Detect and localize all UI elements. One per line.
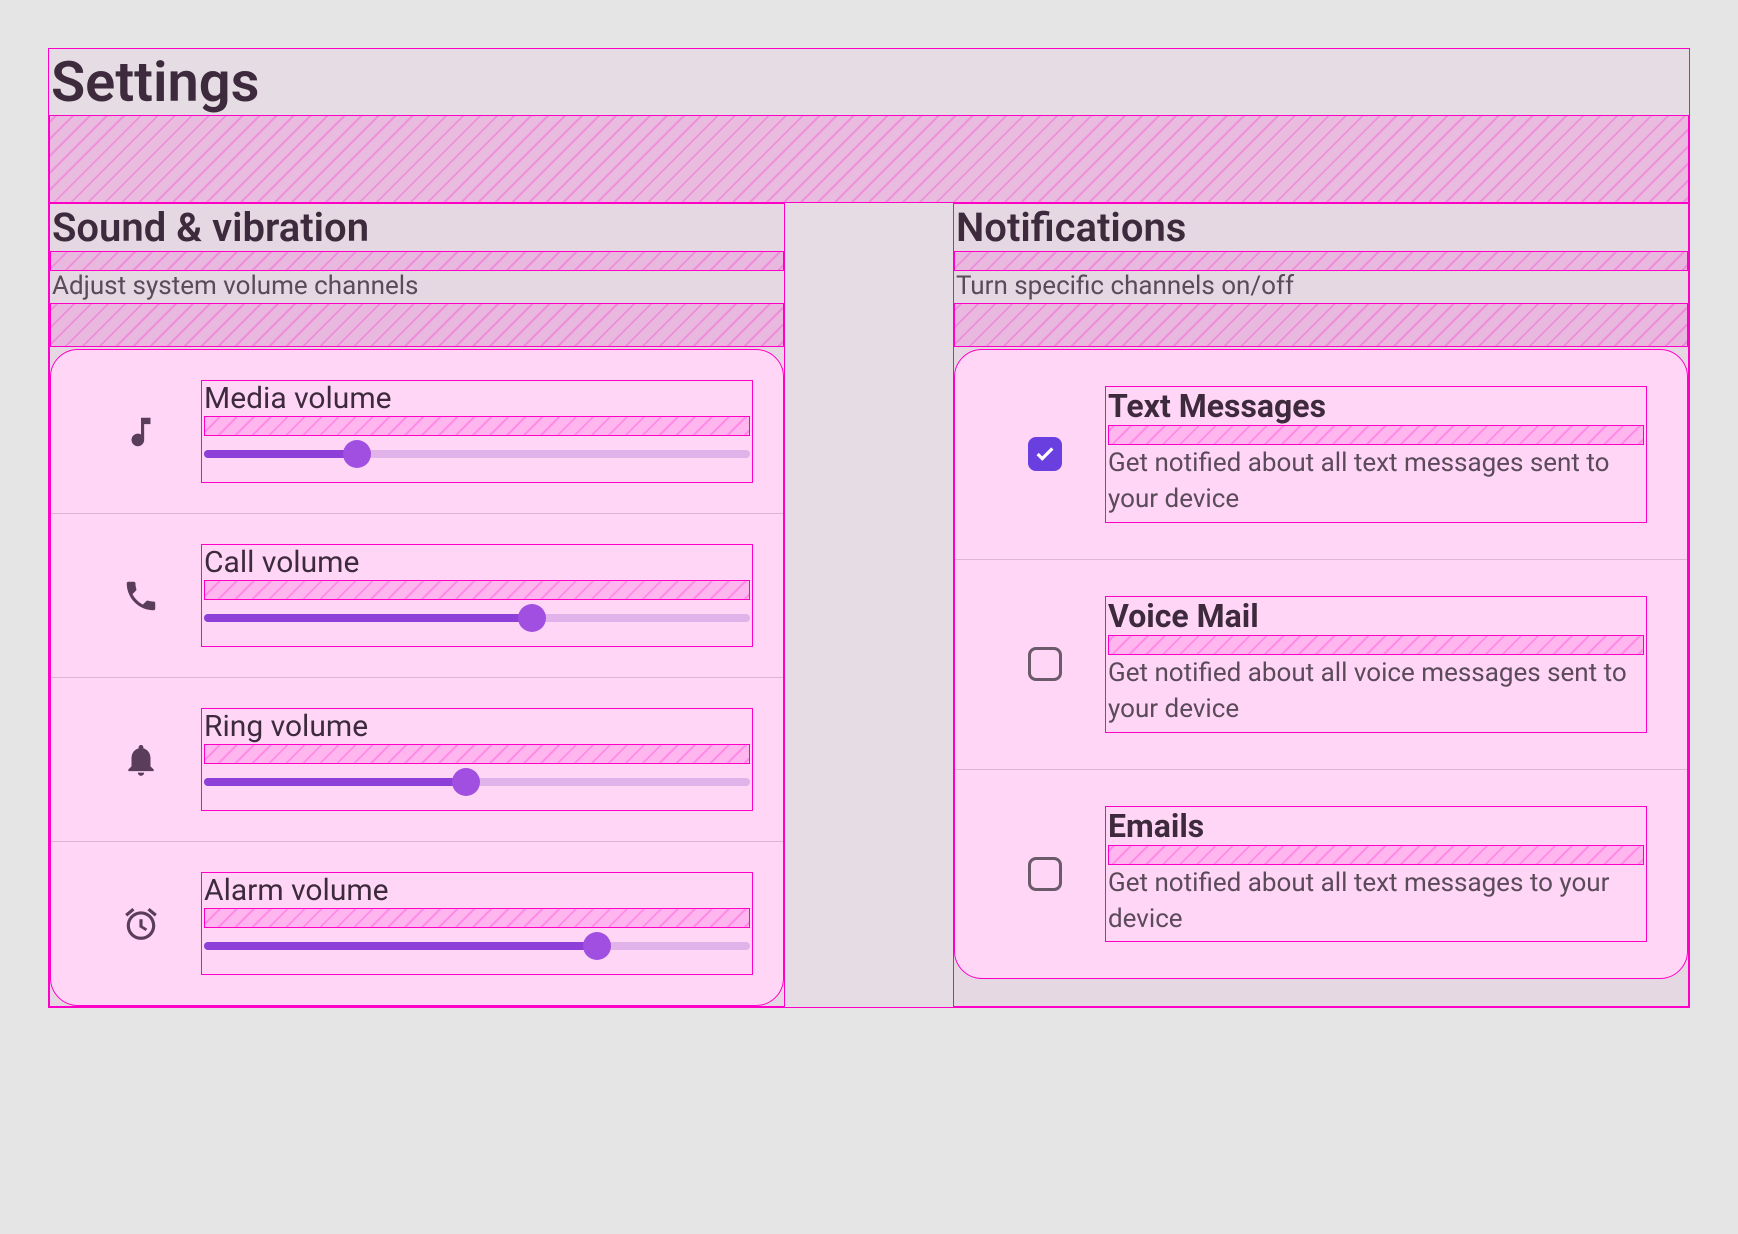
voice-mail-title: Voice Mail bbox=[1108, 597, 1644, 635]
spacer bbox=[204, 416, 750, 436]
call-volume-slider-group: Call volume bbox=[201, 544, 753, 647]
spacer bbox=[1108, 425, 1644, 445]
text-messages-row[interactable]: Text Messages Get notified about all tex… bbox=[955, 350, 1687, 560]
spacer bbox=[204, 580, 750, 600]
music-note-icon bbox=[111, 413, 171, 451]
media-volume-label: Media volume bbox=[204, 381, 750, 416]
emails-desc: Get notified about all text messages to … bbox=[1108, 865, 1644, 938]
media-volume-slider-group: Media volume bbox=[201, 380, 753, 483]
voice-mail-checkbox[interactable] bbox=[1028, 647, 1062, 681]
text-messages-title: Text Messages bbox=[1108, 387, 1644, 425]
spacer bbox=[49, 115, 1689, 203]
sound-section-subtitle: Adjust system volume channels bbox=[50, 271, 784, 303]
alarm-volume-slider-group: Alarm volume bbox=[201, 872, 753, 975]
notifications-card: Text Messages Get notified about all tex… bbox=[954, 349, 1688, 979]
ring-volume-label: Ring volume bbox=[204, 709, 750, 744]
alarm-volume-slider[interactable] bbox=[204, 928, 750, 964]
spacer bbox=[50, 251, 784, 271]
call-volume-row: Call volume bbox=[51, 514, 783, 678]
spacer bbox=[954, 303, 1688, 347]
text-messages-checkbox[interactable] bbox=[1028, 437, 1062, 471]
call-volume-slider[interactable] bbox=[204, 600, 750, 636]
media-volume-row: Media volume bbox=[51, 350, 783, 514]
notifications-section-subtitle: Turn specific channels on/off bbox=[954, 271, 1688, 303]
emails-title: Emails bbox=[1108, 807, 1644, 845]
page-title: Settings bbox=[49, 49, 1689, 115]
alarm-volume-row: Alarm volume bbox=[51, 842, 783, 1005]
notifications-section-title: Notifications bbox=[954, 204, 1688, 251]
text-messages-desc: Get notified about all text messages sen… bbox=[1108, 445, 1644, 518]
text-messages-text: Text Messages Get notified about all tex… bbox=[1105, 386, 1647, 523]
emails-checkbox[interactable] bbox=[1028, 857, 1062, 891]
ring-volume-slider[interactable] bbox=[204, 764, 750, 800]
emails-text: Emails Get notified about all text messa… bbox=[1105, 806, 1647, 943]
voice-mail-desc: Get notified about all voice messages se… bbox=[1108, 655, 1644, 728]
emails-row[interactable]: Emails Get notified about all text messa… bbox=[955, 770, 1687, 979]
spacer bbox=[204, 744, 750, 764]
notifications-section: Notifications Turn specific channels on/… bbox=[953, 203, 1689, 1007]
columns: Sound & vibration Adjust system volume c… bbox=[49, 203, 1689, 1007]
spacer bbox=[1108, 635, 1644, 655]
column-spacer bbox=[785, 203, 953, 1007]
alarm-volume-label: Alarm volume bbox=[204, 873, 750, 908]
alarm-icon bbox=[111, 905, 171, 943]
settings-page: Settings Sound & vibration Adjust system… bbox=[48, 48, 1690, 1008]
spacer bbox=[204, 908, 750, 928]
voice-mail-row[interactable]: Voice Mail Get notified about all voice … bbox=[955, 560, 1687, 770]
ring-volume-slider-group: Ring volume bbox=[201, 708, 753, 811]
media-volume-slider[interactable] bbox=[204, 436, 750, 472]
voice-mail-text: Voice Mail Get notified about all voice … bbox=[1105, 596, 1647, 733]
bell-icon bbox=[111, 741, 171, 779]
ring-volume-row: Ring volume bbox=[51, 678, 783, 842]
spacer bbox=[50, 303, 784, 347]
call-volume-label: Call volume bbox=[204, 545, 750, 580]
spacer bbox=[1108, 845, 1644, 865]
sound-section: Sound & vibration Adjust system volume c… bbox=[49, 203, 785, 1007]
phone-icon bbox=[111, 577, 171, 615]
sound-section-title: Sound & vibration bbox=[50, 204, 784, 251]
sound-card: Media volume Call volume bbox=[50, 349, 784, 1006]
spacer bbox=[954, 251, 1688, 271]
